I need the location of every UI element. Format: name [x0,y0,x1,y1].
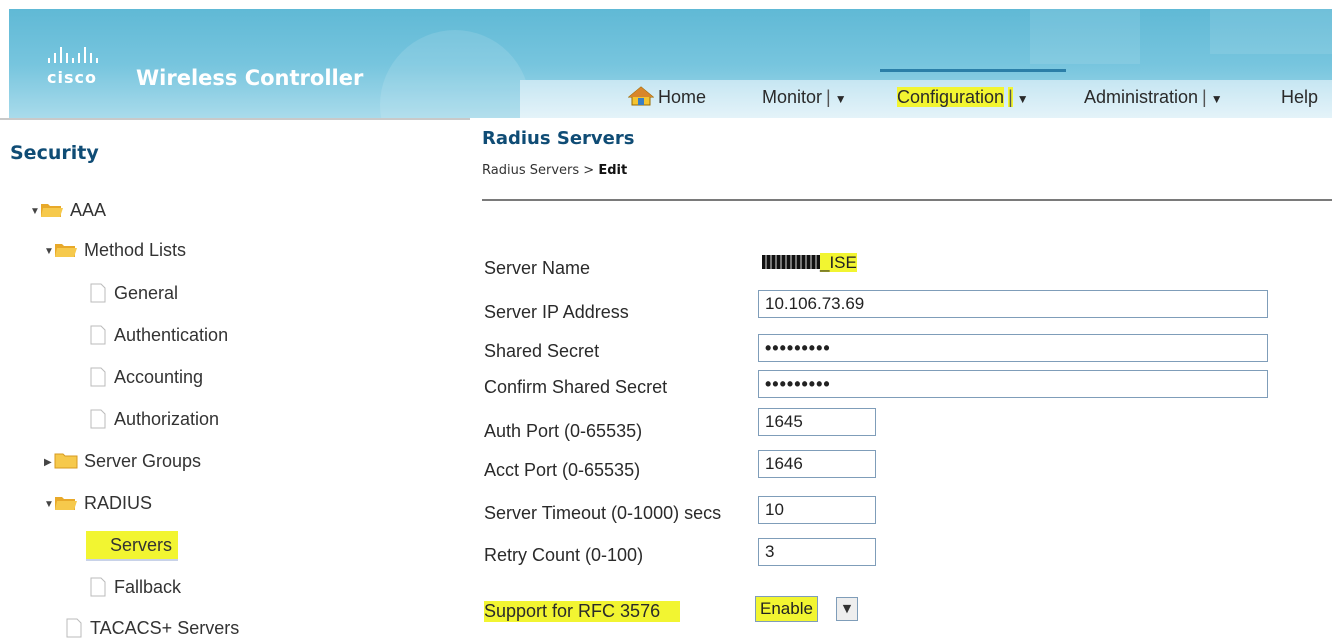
home-icon [628,86,654,106]
sidebar-item-radius-servers[interactable]: Servers [86,531,179,561]
sidebar-title: Security [10,142,99,164]
server-ip-input[interactable]: 10.106.73.69 [758,290,1268,318]
acct-port-input[interactable]: 1646 [758,450,876,478]
auth-port-label: Auth Port (0-65535) [484,421,643,441]
folder-open-icon [41,204,63,217]
header-decoration [1210,9,1332,54]
sidebar-item-radius[interactable]: ▼ RADIUS [44,489,152,517]
retry-count-label: Retry Count (0-100) [484,545,644,565]
nav-monitor-label: Monitor [762,87,823,107]
breadcrumb: Radius Servers > Edit [482,163,627,178]
retry-count-input[interactable]: 3 [758,538,876,566]
nav-home[interactable]: Home [628,84,706,110]
auth-port-input[interactable]: 1645 [758,408,876,436]
page-icon [66,618,82,638]
sidebar-item-label: TACACS+ Servers [90,618,240,638]
cisco-logo-bars-icon [48,47,112,63]
sidebar-item-server-groups[interactable]: ▶ Server Groups [44,447,201,475]
sidebar-item-authorization[interactable]: Authorization [90,405,219,433]
nav-monitor[interactable]: Monitor | ▼ [762,84,847,110]
sidebar-item-label: RADIUS [84,493,153,513]
server-ip-label: Server IP Address [484,302,629,322]
content-divider [482,199,1332,201]
rfc-3576-label: Support for RFC 3576 [484,601,681,622]
chevron-down-icon: ▼ [834,92,847,106]
server-timeout-label: Server Timeout (0-1000) secs [484,503,722,523]
nav-active-indicator [880,69,1066,72]
sidebar-item-label: Accounting [114,367,204,387]
page-title: Radius Servers [482,128,635,149]
sidebar-item-label: Servers [110,535,173,555]
folder-open-icon [55,244,77,257]
expand-arrow-icon[interactable]: ▶ [44,449,54,477]
server-name-suffix: _ISE [820,253,857,272]
page-icon [90,409,106,429]
sidebar-item-label: Fallback [114,577,182,597]
sidebar-item-authentication[interactable]: Authentication [90,321,228,349]
product-title: Wireless Controller [136,66,364,90]
sidebar-divider [0,118,470,120]
acct-port-label: Acct Port (0-65535) [484,460,641,480]
page-icon [90,367,106,387]
sidebar-item-label: General [114,283,179,303]
nav-help[interactable]: Help [1281,84,1318,110]
cisco-logo-text: cisco [47,68,97,87]
sidebar-item-label: Server Groups [84,451,202,471]
sidebar-item-method-lists[interactable]: ▼ Method Lists [44,236,186,264]
header-decoration [1030,9,1140,64]
breadcrumb-parent[interactable]: Radius Servers [482,163,579,178]
sidebar-item-label: AAA [70,200,107,220]
confirm-secret-input[interactable]: ••••••••• [758,370,1268,398]
shared-secret-label: Shared Secret [484,341,600,361]
redacted-text [762,255,820,269]
page-icon [90,325,106,345]
shared-secret-input[interactable]: ••••••••• [758,334,1268,362]
sidebar-item-fallback[interactable]: Fallback [90,573,181,601]
sidebar-item-label: Authentication [114,325,229,345]
expand-arrow-icon[interactable]: ▼ [44,491,54,519]
page-icon [90,283,106,303]
header-top-rule [0,0,1332,9]
page-icon [88,535,102,555]
rfc-3576-select[interactable]: Enable [755,596,818,622]
chevron-down-icon[interactable]: ▼ [836,597,858,621]
nav-home-label: Home [658,87,707,107]
sidebar-item-tacacs[interactable]: TACACS+ Servers [66,614,239,642]
nav-administration-label: Administration [1084,87,1199,107]
server-name-label: Server Name [484,258,591,278]
header-left-rule [0,0,9,118]
folder-closed-icon [54,453,78,469]
nav-administration[interactable]: Administration | ▼ [1084,84,1223,110]
page-icon [90,577,106,597]
nav-help-label: Help [1281,87,1319,107]
sidebar-item-label: Authorization [114,409,220,429]
sidebar-item-general[interactable]: General [90,279,178,307]
server-timeout-input[interactable]: 10 [758,496,876,524]
expand-arrow-icon[interactable]: ▼ [44,238,54,266]
header-decoration [380,30,530,118]
confirm-secret-label: Confirm Shared Secret [484,377,668,397]
breadcrumb-current: Edit [598,163,628,178]
sidebar-item-accounting[interactable]: Accounting [90,363,203,391]
server-name-value: _ISE [762,251,857,275]
nav-configuration-label: Configuration [897,87,1005,107]
breadcrumb-separator: > [583,163,595,178]
sidebar-item-aaa[interactable]: ▼ AAA [30,196,106,224]
expand-arrow-icon[interactable]: ▼ [30,198,40,226]
folder-open-icon [55,497,77,510]
chevron-down-icon: ▼ [1016,92,1029,106]
sidebar-item-label: Method Lists [84,240,187,260]
nav-configuration[interactable]: Configuration | ▼ [897,84,1029,110]
chevron-down-icon: ▼ [1210,92,1223,106]
